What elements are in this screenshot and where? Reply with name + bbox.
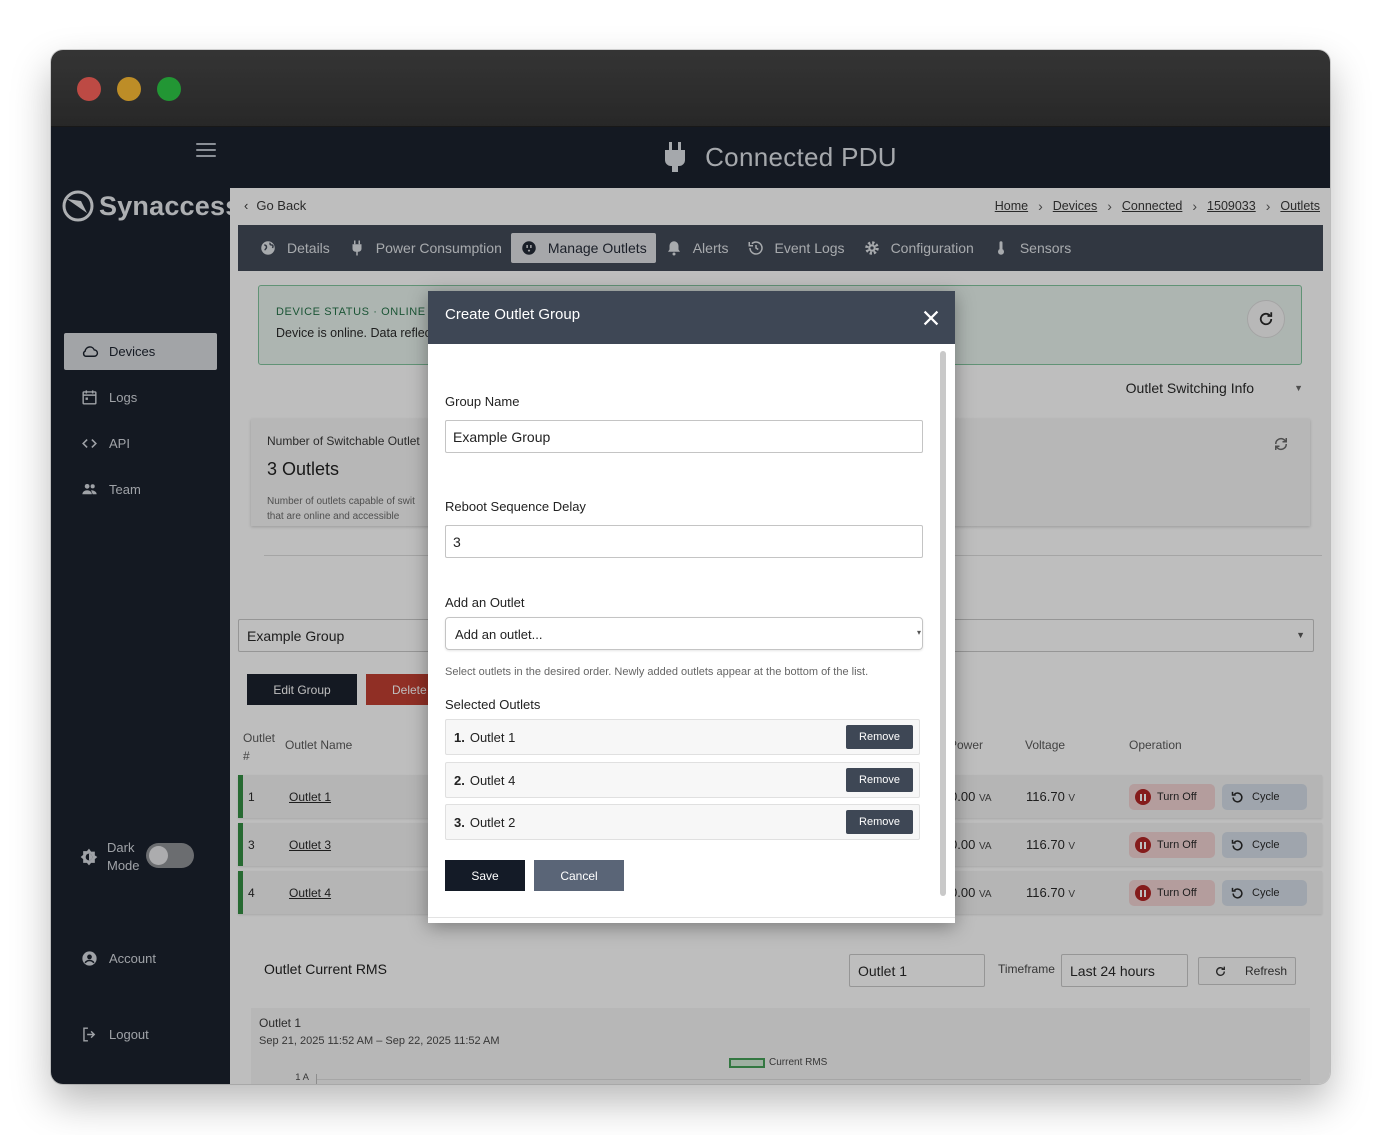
- create-outlet-group-modal: Create Outlet Group Group Name Example G…: [428, 291, 955, 923]
- remove-outlet-button[interactable]: Remove: [846, 810, 913, 834]
- selected-outlet-item: 3. Outlet 2 Remove: [445, 804, 920, 840]
- app-window: Synaccess Devices Logs API Team Dark Mod…: [51, 50, 1330, 1084]
- modal-footer-edge: [428, 917, 955, 923]
- reboot-delay-input[interactable]: 3: [445, 525, 923, 558]
- selected-outlet-name: Outlet 1: [469, 730, 516, 745]
- add-outlet-help: Select outlets in the desired order. New…: [445, 666, 869, 678]
- reboot-delay-label: Reboot Sequence Delay: [445, 499, 586, 514]
- selected-outlet-label: 2. Outlet 4: [454, 773, 515, 788]
- caret-down-icon: ▾: [916, 628, 921, 637]
- add-outlet-placeholder: Add an outlet...: [455, 627, 543, 642]
- group-name-label: Group Name: [445, 394, 520, 409]
- selected-outlet-name: Outlet 4: [469, 773, 516, 788]
- modal-header: Create Outlet Group: [428, 291, 955, 344]
- selected-outlet-name: Outlet 2: [469, 815, 516, 830]
- save-button[interactable]: Save: [445, 860, 525, 891]
- selected-outlet-index: 3.: [454, 815, 465, 830]
- add-outlet-select[interactable]: Add an outlet... ▾: [445, 617, 923, 650]
- group-name-input[interactable]: Example Group: [445, 420, 923, 453]
- selected-outlet-index: 2.: [454, 773, 465, 788]
- selected-outlet-item: 2. Outlet 4 Remove: [445, 762, 920, 798]
- selected-outlet-item: 1. Outlet 1 Remove: [445, 719, 920, 755]
- cancel-button[interactable]: Cancel: [534, 860, 624, 891]
- add-outlet-label: Add an Outlet: [445, 595, 525, 610]
- remove-outlet-button[interactable]: Remove: [846, 768, 913, 792]
- selected-outlet-label: 1. Outlet 1: [454, 730, 515, 745]
- selected-outlets-label: Selected Outlets: [445, 697, 541, 712]
- modal-title: Create Outlet Group: [445, 306, 581, 323]
- selected-outlet-label: 3. Outlet 2: [454, 815, 515, 830]
- selected-outlet-index: 1.: [454, 730, 465, 745]
- close-icon[interactable]: [920, 307, 942, 329]
- modal-scrollbar[interactable]: [940, 351, 946, 896]
- remove-outlet-button[interactable]: Remove: [846, 725, 913, 749]
